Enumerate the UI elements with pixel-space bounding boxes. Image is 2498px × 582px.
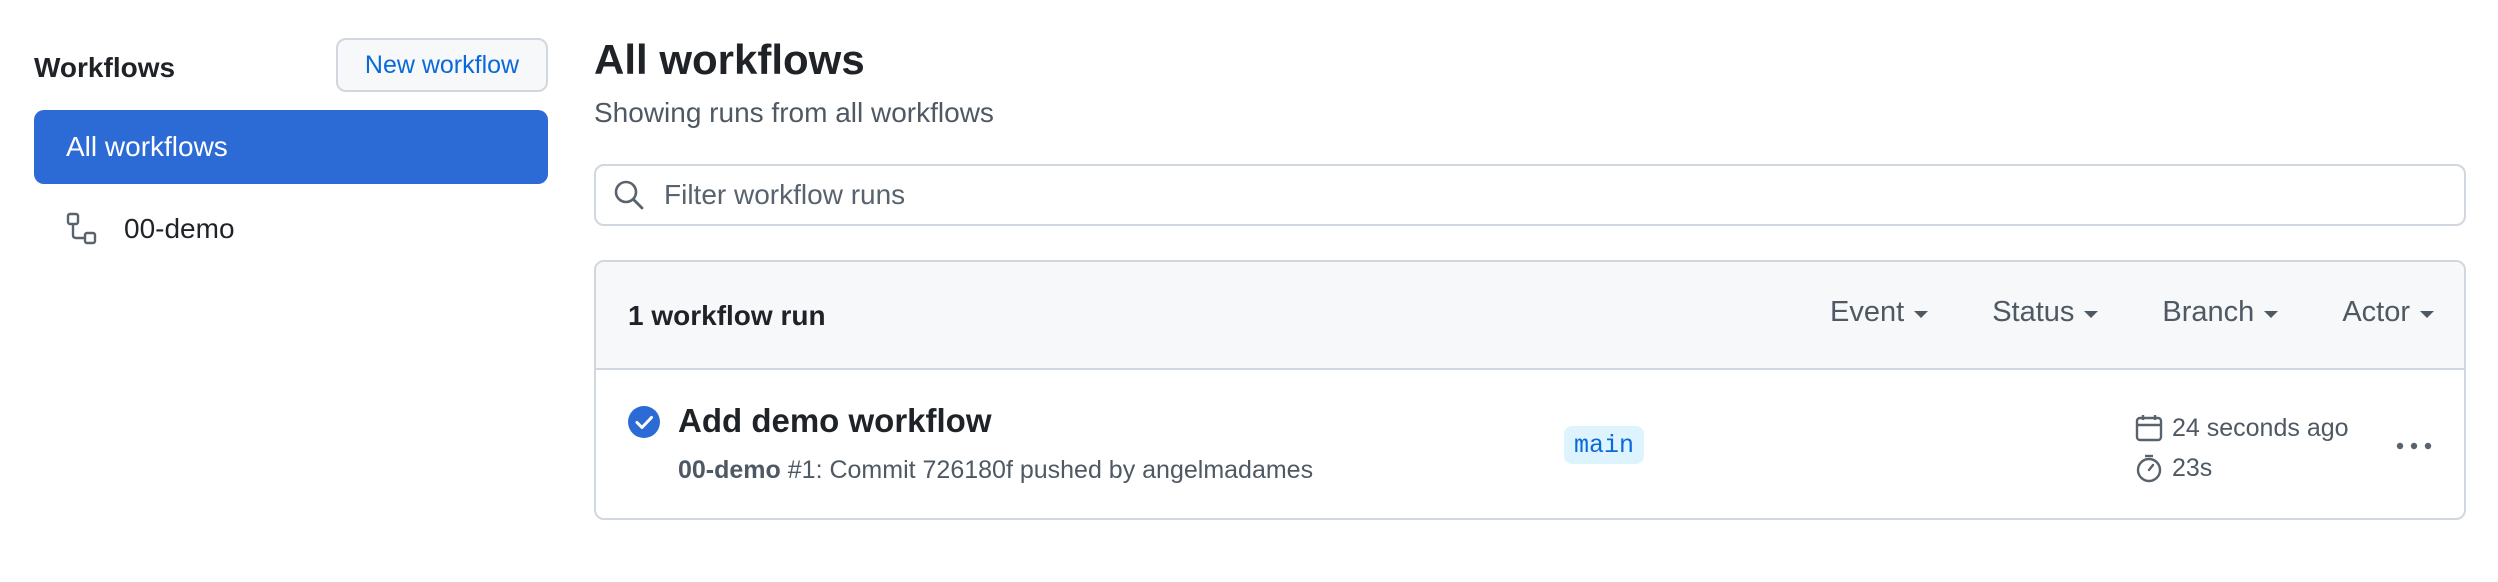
caret-down-icon [2084,311,2099,318]
more-options-button[interactable] [2394,426,2434,466]
duration-text: 23s [2172,453,2213,482]
stopwatch-icon [2136,454,2162,483]
time-ago-text: 24 seconds ago [2172,413,2349,442]
sidebar-item-label: 00-demo [124,213,235,244]
branch-tag[interactable]: main [1564,426,1645,464]
branch-filter-dropdown[interactable]: Branch [2162,296,2279,329]
search-icon [614,180,644,210]
run-timing: 24 seconds ago 23s [2134,408,2349,488]
actor-filter-label: Actor [2342,296,2410,328]
workflow-icon [66,212,97,245]
main-content: All workflows Showing runs from all work… [594,34,2466,520]
workflows-sidebar: Workflows New workflow All workflows 00-… [34,38,548,245]
run-title-link[interactable]: Add demo workflow [678,402,992,440]
runs-count: 1 workflow run [628,300,826,331]
run-time-ago: 24 seconds ago [2134,408,2349,448]
run-meta: 00-demo #1: Commit 726180f pushed by ang… [678,456,1313,485]
caret-down-icon [1914,311,1929,318]
caret-down-icon [2420,311,2434,318]
sidebar-header: Workflows New workflow [34,38,548,96]
run-meta-text: #1: Commit 726180f pushed by angelmadame… [787,456,1314,484]
success-check-icon [628,406,660,438]
status-filter-label: Status [1992,296,2075,328]
actor-filter-dropdown[interactable]: Actor [2342,296,2434,329]
filter-runs-field[interactable] [594,164,2466,226]
run-workflow-name: 00-demo [678,456,781,484]
filter-runs-input[interactable] [662,178,2366,212]
runs-table-header: 1 workflow run Event Status Branch Actor [596,262,2464,370]
sidebar-title: Workflows [34,52,176,83]
workflow-run-row[interactable]: Add demo workflow 00-demo #1: Commit 726… [596,370,2464,518]
sidebar-item-00-demo[interactable]: 00-demo [34,192,548,266]
page-subtitle: Showing runs from all workflows [594,97,994,128]
workflow-runs-table: 1 workflow run Event Status Branch Actor [594,260,2466,520]
event-filter-dropdown[interactable]: Event [1830,296,1929,329]
sidebar-item-label: All workflows [66,131,228,162]
sidebar-item-all-workflows[interactable]: All workflows [34,110,548,184]
runs-filters: Event Status Branch Actor [1766,296,2434,329]
new-workflow-button[interactable]: New workflow [336,38,548,92]
run-duration: 23s [2134,448,2349,488]
calendar-icon [2135,415,2163,442]
caret-down-icon [2264,311,2279,318]
kebab-horizontal-icon [2396,442,2432,450]
status-filter-dropdown[interactable]: Status [1992,296,2099,329]
branch-filter-label: Branch [2162,296,2255,328]
event-filter-label: Event [1830,296,1905,328]
page-title: All workflows [594,36,865,83]
